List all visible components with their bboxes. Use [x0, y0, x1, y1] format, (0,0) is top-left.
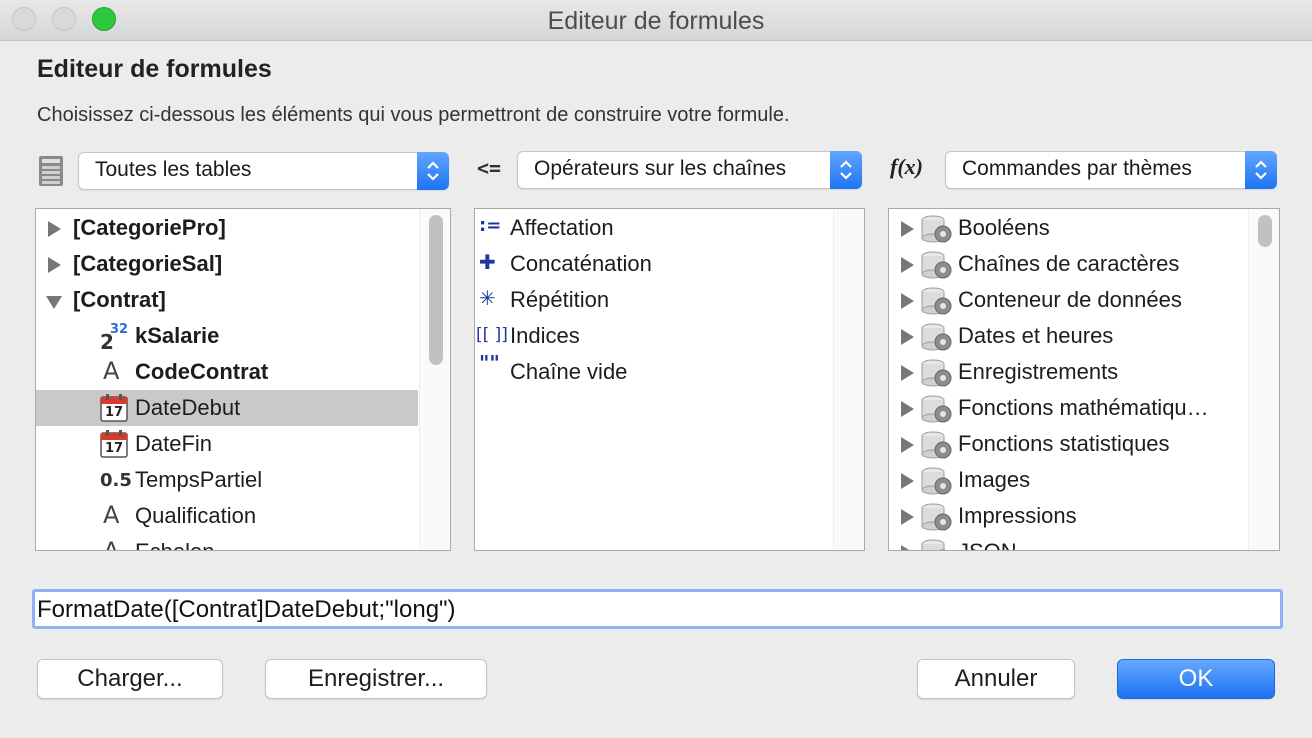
calendar-icon: 17	[100, 394, 130, 422]
text-field-icon: A	[103, 357, 120, 385]
list-item[interactable]: [CategoriePro]	[36, 210, 418, 246]
commands-select-value: Commandes par thèmes	[962, 157, 1192, 180]
disclosure-triangle-icon[interactable]	[901, 329, 914, 345]
disclosure-triangle-icon[interactable]	[901, 509, 914, 525]
disclosure-triangle-icon[interactable]	[901, 437, 914, 453]
theme-gear-icon	[919, 249, 955, 281]
theme-gear-icon	[919, 501, 955, 533]
commands-list[interactable]: Booléens Chaînes de caractères Conteneur d…	[888, 208, 1280, 551]
updown-arrows-icon	[830, 151, 862, 189]
theme-gear-icon	[919, 393, 955, 425]
integer-field-icon: 2 32	[100, 322, 129, 354]
list-item[interactable]: ✚ Concaténation	[475, 246, 832, 282]
disclosure-triangle-icon[interactable]	[901, 293, 914, 309]
ok-button[interactable]: OK	[1117, 659, 1275, 699]
function-icon: f(x)	[890, 154, 923, 179]
table-icon	[38, 155, 64, 192]
list-item[interactable]: 17 DateDebut	[36, 390, 418, 426]
disclosure-triangle-icon[interactable]	[901, 401, 914, 417]
list-item[interactable]: A Qualification	[36, 498, 418, 534]
dialog-heading: Editeur de formules	[37, 55, 272, 83]
theme-gear-icon	[919, 285, 955, 317]
operator-icon: <=	[477, 156, 502, 180]
list-item[interactable]: Enregistrements	[889, 354, 1247, 390]
fields-scrollbar[interactable]	[419, 209, 450, 550]
list-item[interactable]: Fonctions mathématiqu…	[889, 390, 1247, 426]
window-title: Editeur de formules	[547, 7, 765, 35]
commands-scrollbar[interactable]	[1248, 209, 1279, 550]
asterisk-icon: ✳	[479, 286, 496, 310]
formula-input[interactable]: FormatDate([Contrat]DateDebut;"long")	[32, 589, 1283, 629]
list-item[interactable]: [CategorieSal]	[36, 246, 418, 282]
theme-gear-icon	[919, 537, 955, 550]
list-item[interactable]: Booléens	[889, 210, 1247, 246]
disclosure-triangle-icon[interactable]	[48, 221, 61, 237]
real-field-icon: 0.5	[100, 470, 132, 491]
list-item[interactable]: [[ ]] Indices	[475, 318, 832, 354]
list-item[interactable]: := Affectation	[475, 210, 832, 246]
list-item[interactable]: A CodeContrat	[36, 354, 418, 390]
calendar-icon: 17	[100, 430, 130, 458]
operators-select[interactable]: Opérateurs sur les chaînes	[517, 151, 862, 189]
assignment-icon: :=	[479, 215, 502, 236]
load-button[interactable]: Charger...	[37, 659, 223, 699]
scrollbar-thumb[interactable]	[1258, 215, 1272, 247]
list-item[interactable]: 0.5 TempsPartiel	[36, 462, 418, 498]
dialog-description: Choisissez ci-dessous les éléments qui v…	[37, 104, 790, 126]
list-item[interactable]: "" Chaîne vide	[475, 351, 832, 390]
empty-string-icon: ""	[479, 351, 500, 375]
commands-select[interactable]: Commandes par thèmes	[945, 151, 1277, 189]
operators-scrollbar[interactable]	[833, 209, 864, 550]
theme-gear-icon	[919, 213, 955, 245]
cancel-button[interactable]: Annuler	[917, 659, 1075, 699]
formula-text: FormatDate([Contrat]DateDebut;"long")	[37, 596, 456, 623]
scrollbar-thumb[interactable]	[429, 215, 443, 365]
list-item[interactable]: 2 32 kSalarie	[36, 318, 418, 354]
updown-arrows-icon	[417, 152, 449, 190]
text-field-icon: A	[103, 537, 120, 551]
list-item[interactable]: Chaînes de caractères	[889, 246, 1247, 282]
plus-icon: ✚	[479, 250, 496, 274]
theme-gear-icon	[919, 429, 955, 461]
tables-select[interactable]: Toutes les tables	[78, 152, 449, 190]
tables-select-value: Toutes les tables	[95, 158, 252, 181]
fields-list[interactable]: [CategoriePro] [CategorieSal] [Contrat] …	[35, 208, 451, 551]
list-item[interactable]: Conteneur de données	[889, 282, 1247, 318]
disclosure-triangle-open-icon[interactable]	[46, 296, 62, 309]
text-field-icon: A	[103, 501, 120, 529]
updown-arrows-icon	[1245, 151, 1277, 189]
list-item[interactable]: Impressions	[889, 498, 1247, 534]
disclosure-triangle-icon[interactable]	[48, 257, 61, 273]
list-item[interactable]: [Contrat]	[36, 282, 418, 318]
disclosure-triangle-icon[interactable]	[901, 257, 914, 273]
theme-gear-icon	[919, 357, 955, 389]
title-bar: Editeur de formules	[0, 0, 1312, 41]
list-item[interactable]: Images	[889, 462, 1247, 498]
operators-list[interactable]: := Affectation ✚ Concaténation ✳ Répétit…	[474, 208, 865, 551]
theme-gear-icon	[919, 465, 955, 497]
disclosure-triangle-icon[interactable]	[901, 365, 914, 381]
list-item[interactable]: 17 DateFin	[36, 426, 418, 462]
theme-gear-icon	[919, 321, 955, 353]
save-button[interactable]: Enregistrer...	[265, 659, 487, 699]
list-item[interactable]: ✳ Répétition	[475, 282, 832, 318]
list-item[interactable]: Dates et heures	[889, 318, 1247, 354]
disclosure-triangle-icon[interactable]	[901, 221, 914, 237]
disclosure-triangle-icon[interactable]	[901, 473, 914, 489]
list-item[interactable]: Fonctions statistiques	[889, 426, 1247, 462]
list-item[interactable]: JSON	[889, 534, 1247, 550]
disclosure-triangle-icon[interactable]	[901, 545, 914, 550]
operators-select-value: Opérateurs sur les chaînes	[534, 157, 787, 180]
list-item[interactable]: A Echelon	[36, 534, 418, 551]
brackets-icon: [[ ]]	[476, 325, 508, 345]
